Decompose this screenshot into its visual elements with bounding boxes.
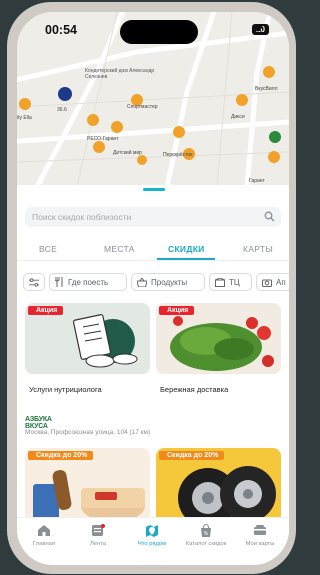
filter-chip-label: ТЦ (229, 277, 240, 287)
home-icon (38, 525, 50, 536)
map-label: Перекрёсток (163, 152, 193, 158)
map-label: Спортмастер (127, 104, 158, 110)
card-image: Акция (156, 303, 281, 374)
sheet-drag-handle[interactable] (143, 188, 165, 191)
discount-card[interactable]: Скидка до 20% (25, 448, 150, 528)
filter-chip-more[interactable]: Ап (256, 273, 289, 291)
bottom-navigation: Главная Лента Что рядом % Каталог скидок (17, 517, 289, 565)
dynamic-island (120, 20, 198, 44)
filter-chip-label: Где поесть (68, 277, 109, 287)
card-title: Бережная доставка (160, 385, 229, 394)
nav-label: Каталог скидок (185, 541, 227, 547)
shopping-basket-icon (137, 277, 147, 287)
active-tab-indicator (157, 258, 215, 260)
map-label: Детский мир (113, 150, 142, 156)
nearby-icon (146, 525, 158, 537)
category-tabs: ВСЕ МЕСТА СКИДКИ КАРТЫ (17, 237, 289, 261)
tab-all[interactable]: ВСЕ (39, 244, 57, 254)
map-label: ВкусВилл (255, 86, 278, 92)
map-label: РЕСО-Гарант (87, 136, 119, 142)
discount-card[interactable]: Акция Услуги нутрициолога (25, 303, 150, 403)
tab-places[interactable]: МЕСТА (104, 244, 135, 254)
nav-my-cards[interactable]: Мои карты (233, 524, 287, 547)
discount-card[interactable]: Акция Бережная доставка (156, 303, 281, 403)
map-label: Кондитерский дом Александр Селезнев (85, 68, 155, 80)
mall-icon (215, 277, 225, 287)
ice-cream-photo (25, 448, 150, 528)
nav-feed[interactable]: Лента (71, 524, 125, 547)
nav-label: Главная (32, 541, 56, 547)
phone-screen: Кондитерский дом Александр Селезнев Спор… (17, 12, 289, 565)
status-bar: 00:54 20 (17, 12, 289, 48)
promo-badge: Акция (28, 306, 64, 315)
brand-line: АЗБУКА (25, 416, 52, 423)
discounts-sheet: Поиск скидок поблизости ВСЕ МЕСТА СКИДКИ… (17, 185, 289, 565)
map-label: Гарант (249, 178, 265, 184)
cutlery-icon (55, 277, 63, 287)
cards-icon (254, 525, 266, 535)
filter-chip-groceries[interactable]: Продукты (131, 273, 205, 291)
camera-icon (262, 279, 272, 287)
map-label: 36.6 (57, 107, 67, 113)
discount-card[interactable]: Скидка до 20% (156, 448, 281, 528)
filter-settings-chip[interactable] (23, 273, 45, 291)
discount-badge: Скидка до 20% (159, 451, 225, 460)
status-time: 00:54 (45, 23, 77, 37)
discount-badge: Скидка до 20% (28, 451, 94, 460)
store-address: Москва, Профсоюзная улица, 104 (17 км) (25, 429, 151, 436)
nav-label: Мои карты (245, 541, 275, 547)
filter-chip-mall[interactable]: ТЦ (209, 273, 252, 291)
filter-sliders-icon (29, 277, 39, 287)
nav-home[interactable]: Главная (17, 524, 71, 547)
filter-chip-label: Ап (276, 277, 286, 287)
search-input[interactable]: Поиск скидок поблизости (32, 212, 131, 222)
svg-text:%: % (204, 531, 209, 537)
filter-chip-food[interactable]: Где поесть (49, 273, 127, 291)
nav-label: Лента (89, 541, 107, 547)
tab-discounts[interactable]: СКИДКИ (168, 244, 205, 254)
search-icon[interactable] (264, 211, 275, 222)
nav-discount-catalog[interactable]: % Каталог скидок (179, 524, 233, 547)
filter-chips: Где поесть Продукты ТЦ Ап (17, 273, 289, 293)
feed-icon (92, 524, 105, 536)
map-label: ity Ella (17, 115, 32, 121)
promo-badge: Акция (159, 306, 195, 315)
card-title: Услуги нутрициолога (29, 385, 102, 394)
card-image: Скидка до 20% (156, 448, 281, 528)
status-icons: 20 (252, 24, 269, 35)
store-logo: АЗБУКА ВКУСА (25, 416, 59, 430)
nav-label: Что рядом (137, 541, 167, 547)
tires-photo (156, 448, 281, 528)
wifi-icon (253, 25, 264, 32)
card-image: Скидка до 20% (25, 448, 150, 528)
tab-cards[interactable]: КАРТЫ (243, 244, 273, 254)
discount-bag-icon: % (201, 524, 211, 537)
nav-nearby[interactable]: Что рядом (125, 524, 179, 547)
map-view[interactable]: Кондитерский дом Александр Селезнев Спор… (17, 12, 289, 187)
search-bar[interactable]: Поиск скидок поблизости (25, 207, 281, 227)
map-label: Дикси (231, 114, 245, 120)
card-image: Акция (25, 303, 150, 374)
filter-chip-label: Продукты (151, 277, 188, 287)
